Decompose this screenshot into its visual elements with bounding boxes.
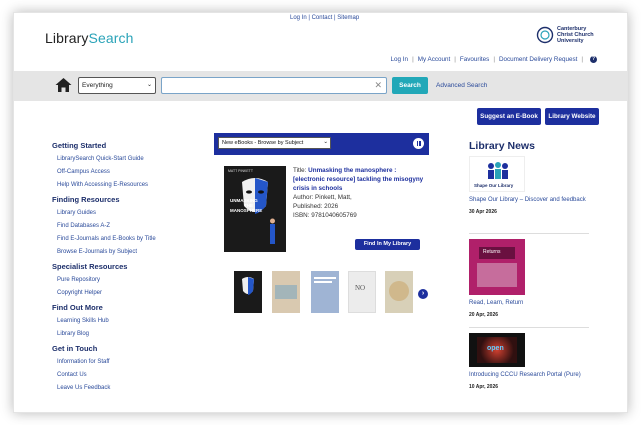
- news-heading: Library News: [469, 140, 535, 152]
- book-title-link[interactable]: Unmasking the manosphere : [electronic r…: [293, 167, 423, 192]
- book-details: Title: Unmasking the manosphere : [elect…: [293, 166, 428, 220]
- news-title-link[interactable]: Shape Our Library – Discover and feedbac…: [469, 196, 589, 205]
- suggest-ebook-button[interactable]: Suggest an E-Book: [477, 108, 541, 125]
- clear-search-icon[interactable]: ✕: [374, 80, 382, 91]
- carousel-subject-select[interactable]: New eBooks - Browse by Subject ⌄: [218, 137, 331, 149]
- search-bar: Everything ⌄ ✕ Search Advanced Search: [14, 71, 627, 101]
- news-item[interactable]: open Introducing CCCU Research Portal (P…: [469, 333, 589, 390]
- news-title-link[interactable]: Read, Learn, Return: [469, 299, 589, 308]
- librarysearch-logo[interactable]: LibrarySearch: [45, 30, 133, 46]
- carousel-thumbnail[interactable]: NO: [348, 271, 376, 313]
- news-title-link[interactable]: Introducing CCCU Research Portal (Pure): [469, 371, 589, 380]
- sidebar-heading: Get in Touch: [52, 344, 98, 353]
- chevron-down-icon: ⌄: [146, 82, 152, 88]
- news-date: 30 Apr 2026: [469, 208, 497, 215]
- top-link-sitemap[interactable]: Sitemap: [337, 15, 359, 21]
- carousel-thumbnail[interactable]: [272, 271, 300, 313]
- sidebar-heading: Specialist Resources: [52, 262, 128, 271]
- sidebar-link[interactable]: Browse E-Journals by Subject: [57, 249, 202, 255]
- carousel-thumbnail[interactable]: [385, 271, 413, 313]
- library-website-button[interactable]: Library Website: [545, 108, 599, 125]
- sidebar-link[interactable]: Contact Us: [57, 372, 202, 378]
- carousel-thumbnail[interactable]: [311, 271, 339, 313]
- account-nav: Log In | My Account | Favourites | Docum…: [390, 56, 597, 63]
- carousel-thumbnail[interactable]: [234, 271, 262, 313]
- search-input[interactable]: ✕: [161, 77, 387, 94]
- top-links: Log In | Contact | Sitemap: [290, 15, 360, 21]
- news-date: 20 Apr, 2026: [469, 311, 499, 318]
- book-isbn: ISBN: 9781040605769: [293, 212, 357, 219]
- search-scope-select[interactable]: Everything ⌄: [78, 77, 156, 94]
- top-link-contact[interactable]: Contact: [312, 15, 333, 21]
- sidebar-link[interactable]: Library Guides: [57, 210, 202, 216]
- find-in-library-button[interactable]: Find In My Library: [355, 239, 420, 250]
- news-item[interactable]: Shape Our Library Shape Our Library – Di…: [469, 156, 589, 215]
- top-link-log-in[interactable]: Log In: [290, 15, 307, 21]
- sidebar-link[interactable]: Help With Accessing E-Resources: [57, 182, 202, 188]
- carousel-header: New eBooks - Browse by Subject ⌄: [214, 133, 429, 155]
- log-in-link[interactable]: Log In: [391, 56, 409, 63]
- search-button[interactable]: Search: [392, 77, 428, 94]
- sidebar-link[interactable]: Library Blog: [57, 331, 202, 337]
- news-image: open: [469, 333, 525, 367]
- divider: [469, 327, 589, 328]
- sidebar-link[interactable]: Information for Staff: [57, 359, 202, 365]
- news-item[interactable]: Returns Read, Learn, Return 20 Apr, 2026: [469, 239, 589, 318]
- news-image: Shape Our Library: [469, 156, 525, 192]
- advanced-search-link[interactable]: Advanced Search: [436, 82, 487, 89]
- carousel-next-icon[interactable]: ›: [418, 289, 428, 299]
- chevron-down-icon: ⌄: [323, 139, 328, 145]
- sidebar-link[interactable]: Find E-Journals and E-Books by Title: [57, 236, 202, 242]
- help-icon[interactable]: ?: [590, 56, 597, 63]
- book-cover[interactable]: MATT PINKETT UNMASKING THE MANOSPHERE: [224, 166, 286, 252]
- sidebar-link[interactable]: Leave Us Feedback: [57, 385, 202, 391]
- book-author: Author: Pinkett, Matt,: [293, 194, 352, 201]
- browser-viewport: Log In | Contact | Sitemap LibrarySearch…: [13, 12, 628, 413]
- news-image: Returns: [469, 239, 525, 295]
- sidebar-link[interactable]: Learning Skills Hub: [57, 318, 202, 324]
- university-logo[interactable]: Canterbury Christ Church University: [536, 26, 594, 44]
- document-delivery-link[interactable]: Document Delivery Request: [499, 56, 577, 63]
- pause-icon[interactable]: [413, 138, 424, 149]
- sidebar-heading: Getting Started: [52, 141, 107, 150]
- sidebar-heading: Find Out More: [52, 303, 103, 312]
- book-thumbnail-icon: [242, 277, 254, 295]
- book-published: Published: 2026: [293, 203, 339, 210]
- my-account-link[interactable]: My Account: [418, 56, 451, 63]
- sidebar-link[interactable]: LibrarySearch Quick-Start Guide: [57, 156, 202, 162]
- news-date: 10 Apr, 2026: [469, 383, 499, 390]
- sidebar-link[interactable]: Find Databases A-Z: [57, 223, 202, 229]
- home-icon[interactable]: [55, 77, 72, 93]
- sidebar: Getting Started LibrarySearch Quick-Star…: [52, 141, 202, 398]
- divider: [469, 233, 589, 234]
- favourites-link[interactable]: Favourites: [460, 56, 489, 63]
- sidebar-link[interactable]: Off-Campus Access: [57, 169, 202, 175]
- sidebar-link[interactable]: Pure Repository: [57, 277, 202, 283]
- university-crest-icon: [536, 26, 554, 44]
- sidebar-link[interactable]: Copyright Helper: [57, 290, 202, 296]
- sidebar-heading: Finding Resources: [52, 195, 120, 204]
